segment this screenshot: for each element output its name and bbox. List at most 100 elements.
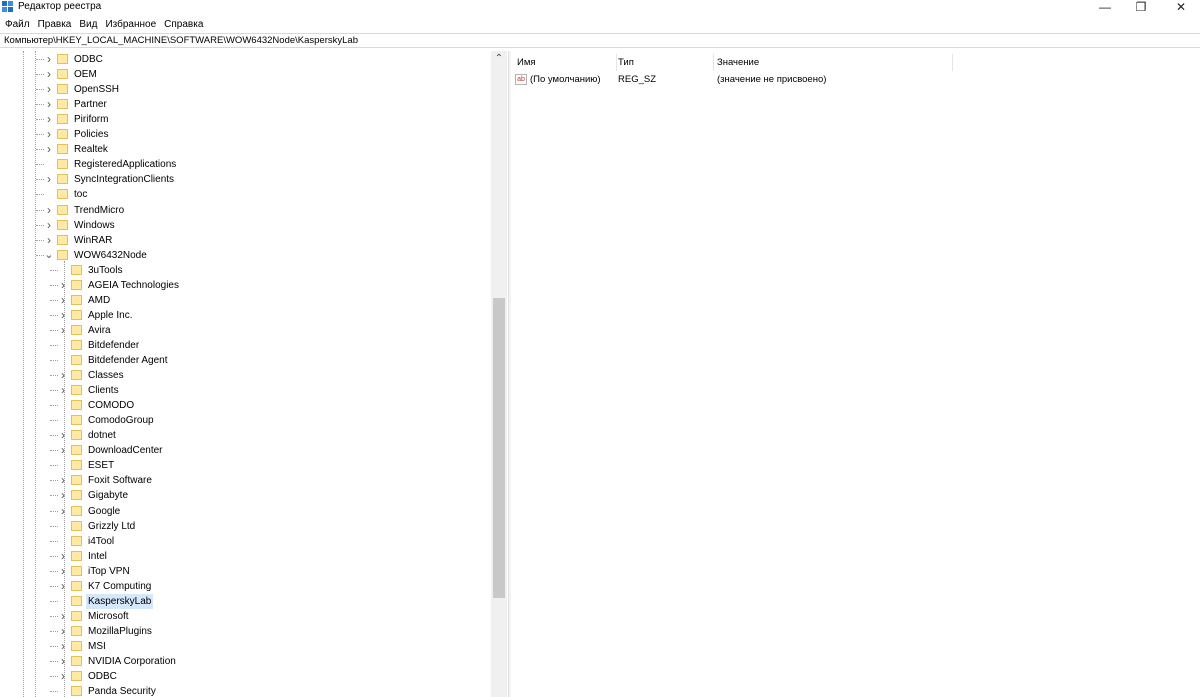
restore-button[interactable]: ❐ [1126, 0, 1156, 14]
tree-node[interactable]: › MozillaPlugins [0, 624, 490, 639]
tree-node[interactable]: › Windows [0, 218, 490, 233]
tree-node[interactable]: › DownloadCenter [0, 443, 490, 458]
tree-node[interactable]: RegisteredApplications [0, 157, 490, 172]
chevron-right-icon[interactable]: › [44, 52, 54, 67]
tree-node-label[interactable]: ODBC [86, 669, 119, 684]
column-header-name[interactable]: Имя [517, 54, 617, 71]
chevron-right-icon[interactable]: › [58, 488, 68, 503]
tree-node-label[interactable]: Bitdefender Agent [86, 353, 170, 368]
tree-node-label[interactable]: i4Tool [86, 534, 116, 549]
chevron-right-icon[interactable]: › [58, 654, 68, 669]
chevron-right-icon[interactable]: › [44, 127, 54, 142]
chevron-right-icon[interactable]: › [58, 609, 68, 624]
chevron-down-icon[interactable]: ⌄ [44, 248, 54, 263]
chevron-right-icon[interactable]: › [44, 112, 54, 127]
tree-node[interactable]: › TrendMicro [0, 203, 490, 218]
tree-node[interactable]: i4Tool [0, 534, 490, 549]
tree-node-label[interactable]: AGEIA Technologies [86, 278, 181, 293]
close-button[interactable]: ✕ [1166, 0, 1196, 14]
chevron-right-icon[interactable]: › [58, 293, 68, 308]
tree-node[interactable]: › AGEIA Technologies [0, 278, 490, 293]
tree-node-label[interactable]: MSI [86, 639, 108, 654]
scroll-thumb[interactable] [493, 298, 505, 598]
chevron-right-icon[interactable]: › [58, 504, 68, 519]
tree-node-label[interactable]: ESET [86, 458, 116, 473]
scroll-up-icon[interactable]: ⌃ [491, 53, 507, 67]
menu-file[interactable]: Файл [5, 19, 30, 30]
tree-node-label[interactable]: Bitdefender [86, 338, 141, 353]
tree-node-label[interactable]: Apple Inc. [86, 308, 134, 323]
tree-node-label[interactable]: RegisteredApplications [72, 157, 178, 172]
tree-node[interactable]: › OEM [0, 67, 490, 82]
chevron-right-icon[interactable]: › [58, 473, 68, 488]
chevron-right-icon[interactable]: › [44, 218, 54, 233]
tree-node-label[interactable]: ODBC [72, 52, 105, 67]
tree-node-label[interactable]: OEM [72, 67, 99, 82]
tree-node-label[interactable]: iTop VPN [86, 564, 132, 579]
tree-node-label[interactable]: Classes [86, 368, 126, 383]
column-header-data[interactable]: Значение [717, 54, 953, 71]
tree-node-label[interactable]: KasperskyLab [86, 594, 154, 609]
tree-node[interactable]: toc [0, 187, 490, 202]
chevron-right-icon[interactable]: › [58, 308, 68, 323]
tree-node[interactable]: › Partner [0, 97, 490, 112]
tree-node-label[interactable]: Foxit Software [86, 473, 154, 488]
tree-node-label[interactable]: Clients [86, 383, 121, 398]
chevron-right-icon[interactable]: › [58, 278, 68, 293]
chevron-right-icon[interactable]: › [44, 97, 54, 112]
chevron-right-icon[interactable]: › [58, 579, 68, 594]
tree-node[interactable]: › Microsoft [0, 609, 490, 624]
minimize-button[interactable]: — [1090, 0, 1120, 14]
chevron-right-icon[interactable]: › [44, 82, 54, 97]
chevron-right-icon[interactable]: › [58, 639, 68, 654]
chevron-right-icon[interactable]: › [58, 443, 68, 458]
chevron-right-icon[interactable]: › [58, 624, 68, 639]
tree-node-label[interactable]: AMD [86, 293, 112, 308]
tree-node[interactable]: › Intel [0, 549, 490, 564]
tree-node[interactable]: › SyncIntegrationClients [0, 172, 490, 187]
tree-node[interactable]: › Realtek [0, 142, 490, 157]
tree-node[interactable]: Bitdefender Agent [0, 353, 490, 368]
tree-node-label[interactable]: WOW6432Node [72, 248, 149, 263]
tree-node[interactable]: Bitdefender [0, 338, 490, 353]
tree-node[interactable]: › Foxit Software [0, 473, 490, 488]
tree-node[interactable]: KasperskyLab [0, 594, 490, 609]
tree-node[interactable]: ESET [0, 458, 490, 473]
chevron-right-icon[interactable]: › [58, 549, 68, 564]
tree-node-label[interactable]: ComodoGroup [86, 413, 156, 428]
tree-node-label[interactable]: MozillaPlugins [86, 624, 154, 639]
tree-node-label[interactable]: Google [86, 504, 122, 519]
tree-node-label[interactable]: Grizzly Ltd [86, 519, 137, 534]
tree-node-label[interactable]: 3uTools [86, 263, 124, 278]
tree-node-label[interactable]: dotnet [86, 428, 118, 443]
chevron-right-icon[interactable]: › [58, 323, 68, 338]
chevron-right-icon[interactable]: › [44, 67, 54, 82]
tree-node[interactable]: › Avira [0, 323, 490, 338]
tree-node-label[interactable]: Partner [72, 97, 109, 112]
address-bar[interactable]: Компьютер\HKEY_LOCAL_MACHINE\SOFTWARE\WO… [0, 33, 1200, 48]
tree-node[interactable]: COMODO [0, 398, 490, 413]
tree-node[interactable]: › Clients [0, 383, 490, 398]
tree-node-label[interactable]: TrendMicro [72, 203, 126, 218]
tree-node[interactable]: › K7 Computing [0, 579, 490, 594]
tree-node[interactable]: › Piriform [0, 112, 490, 127]
chevron-right-icon[interactable]: › [58, 428, 68, 443]
chevron-right-icon[interactable]: › [44, 142, 54, 157]
tree-node-label[interactable]: Microsoft [86, 609, 131, 624]
tree-node-label[interactable]: COMODO [86, 398, 136, 413]
tree-node-label[interactable]: WinRAR [72, 233, 114, 248]
tree-node[interactable]: › AMD [0, 293, 490, 308]
value-row[interactable]: ab (По умолчанию) REG_SZ (значение не пр… [511, 73, 1200, 87]
tree-node-label[interactable]: Windows [72, 218, 117, 233]
tree-node[interactable]: › ODBC [0, 52, 490, 67]
tree-node[interactable]: › Gigabyte [0, 488, 490, 503]
tree-node-label[interactable]: OpenSSH [72, 82, 121, 97]
chevron-right-icon[interactable]: › [58, 383, 68, 398]
key-tree[interactable]: › ODBC › OEM › OpenSSH › Partner › Piriform › Polic… [0, 51, 507, 697]
tree-node[interactable]: ⌄ WOW6432Node [0, 248, 490, 263]
tree-node-label[interactable]: Gigabyte [86, 488, 130, 503]
tree-node[interactable]: › iTop VPN [0, 564, 490, 579]
tree-node-label[interactable]: Panda Security [86, 684, 158, 697]
tree-node[interactable]: Panda Security [0, 684, 490, 697]
tree-node-label[interactable]: toc [72, 187, 89, 202]
